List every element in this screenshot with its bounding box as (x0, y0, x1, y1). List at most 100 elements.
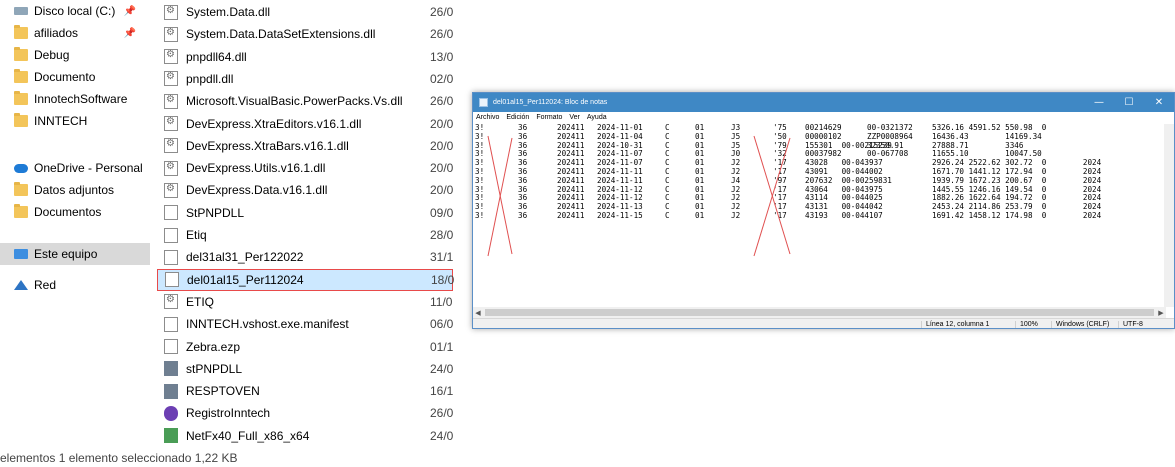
setup-file-icon (164, 428, 178, 444)
nav-item-afiliados[interactable]: afiliados 📌 (0, 22, 150, 44)
text-field: C (665, 210, 670, 220)
file-row[interactable]: DevExpress.Utils.v16.1.dll 20/0 (157, 157, 453, 179)
menu-formato[interactable]: Formato (536, 114, 562, 121)
file-date: 20/0 (430, 138, 453, 153)
nav-item-label: InnotechSoftware (34, 92, 128, 106)
file-row[interactable]: DevExpress.XtraBars.v16.1.dll 20/0 (157, 135, 453, 157)
doc-file-icon (164, 339, 178, 354)
folder-icon (14, 204, 28, 218)
nav-item-onedrive-personal[interactable]: OneDrive - Personal (0, 157, 150, 179)
file-date: 13/0 (430, 49, 453, 64)
file-row[interactable]: Etiq 28/0 (157, 224, 453, 246)
file-name: Microsoft.VisualBasic.PowerPacks.Vs.dll (186, 94, 403, 109)
file-name: DevExpress.XtraEditors.v16.1.dll (186, 116, 362, 131)
file-row[interactable]: RegistroInntech 26/0 (157, 402, 453, 424)
file-name: DevExpress.XtraBars.v16.1.dll (186, 138, 349, 153)
file-row[interactable]: RESPTOVEN 16/1 (157, 380, 453, 402)
exe-file-icon (164, 361, 178, 377)
nav-item-innotechsoftware[interactable]: InnotechSoftware (0, 88, 150, 110)
close-button[interactable]: ✕ (1144, 97, 1174, 108)
vertical-scrollbar[interactable] (1164, 124, 1174, 307)
nav-item-debug[interactable]: Debug (0, 44, 150, 66)
file-name: DevExpress.Data.v16.1.dll (186, 183, 328, 198)
nav-item-documentos[interactable]: Documentos (0, 201, 150, 223)
file-name: ETIQ (186, 294, 215, 309)
nav-item-label: Este equipo (34, 247, 98, 261)
menu-edicion[interactable]: Edición (506, 114, 529, 121)
file-name: NetFx40_Full_x86_x64 (186, 428, 310, 443)
folder-icon (14, 47, 28, 61)
nav-item-label: Documento (34, 70, 96, 84)
menu-ver[interactable]: Ver (569, 114, 580, 121)
dll-file-icon (164, 49, 178, 65)
nav-item-label: Red (34, 278, 57, 292)
file-name: INNTECH.vshost.exe.manifest (186, 317, 349, 332)
file-name: del01al15_Per112024 (187, 272, 304, 287)
file-row[interactable]: Microsoft.VisualBasic.PowerPacks.Vs.dll 2… (157, 90, 453, 112)
notepad-window[interactable]: del01al15_Per112024: Bloc de notas — ☐ ✕… (472, 92, 1175, 329)
nav-item-datos-adjuntos[interactable]: Datos adjuntos (0, 179, 150, 201)
file-row[interactable]: pnpdll.dll 02/0 (157, 68, 453, 90)
file-name: stPNPDLL (186, 361, 243, 376)
file-date: 09/0 (430, 205, 453, 220)
notepad-status-bar: Línea 12, columna 1 100% Windows (CRLF) … (473, 318, 1174, 328)
file-row[interactable]: System.Data.dll 26/0 (157, 1, 453, 23)
file-date: 26/0 (430, 5, 453, 19)
dll-file-icon (164, 93, 178, 109)
doc-file-icon (164, 316, 178, 332)
window-title: del01al15_Per112024: Bloc de notas (493, 99, 608, 106)
zoom-level: 100% (1015, 321, 1038, 328)
file-date: 01/1 (430, 339, 453, 354)
file-date: 02/0 (430, 71, 453, 86)
pin-icon[interactable]: 📌 (124, 28, 136, 39)
nav-item-documento[interactable]: Documento (0, 66, 150, 88)
file-row[interactable]: stPNPDLL 24/0 (157, 358, 453, 380)
text-line: 3! 36 202411 2024-11-15 C 01 J2'17 43193 00-044… (475, 210, 1166, 221)
file-row[interactable]: StPNPDLL 09/0 (157, 202, 453, 224)
nav-item-label: Disco local (C:) (34, 4, 116, 18)
red-cross-mark-left (487, 135, 513, 257)
network-icon (14, 280, 28, 290)
nav-item-este-equipo[interactable]: Este equipo (0, 243, 150, 265)
file-row[interactable]: del31al31_Per122022 31/1 (157, 246, 453, 268)
scroll-thumb[interactable] (485, 309, 1154, 316)
file-name: pnpdll.dll (186, 71, 234, 86)
file-row[interactable]: Zebra.ezp 01/1 (157, 336, 453, 358)
minimize-button[interactable]: — (1084, 97, 1114, 108)
menu-ayuda[interactable]: Ayuda (587, 114, 607, 121)
file-row[interactable]: DevExpress.XtraEditors.v16.1.dll 20/0 (157, 113, 453, 135)
file-row[interactable]: INNTECH.vshost.exe.manifest 06/0 (157, 313, 453, 335)
file-date: 26/0 (430, 406, 453, 421)
doc-file-icon (164, 205, 178, 221)
pin-icon[interactable]: 📌 (124, 6, 136, 17)
folder-icon (14, 182, 28, 196)
file-date: 28/0 (430, 228, 453, 242)
dll-file-icon (164, 26, 178, 42)
scroll-right-icon[interactable]: ▶ (1156, 309, 1166, 317)
notepad-titlebar[interactable]: del01al15_Per112024: Bloc de notas — ☐ ✕ (473, 93, 1174, 112)
folder-icon (14, 25, 28, 39)
maximize-button[interactable]: ☐ (1114, 97, 1144, 108)
nav-item-red[interactable]: Red (0, 274, 150, 296)
text-area[interactable]: 3! 36 202411 2024-11-01 C 01 J3'75 00214629 00-0… (473, 124, 1166, 307)
horizontal-scrollbar[interactable]: ◀ ▶ (473, 307, 1166, 318)
nav-item-inntech[interactable]: INNTECH (0, 110, 150, 132)
nav-item-label: afiliados (34, 26, 79, 40)
dll-file-icon (164, 71, 178, 87)
file-date: 20/0 (430, 183, 453, 198)
file-row[interactable]: ETIQ 11/0 (157, 291, 453, 313)
file-name: System.Data.dll (186, 5, 271, 19)
doc-file-icon (165, 272, 179, 288)
file-row[interactable]: DevExpress.Data.v16.1.dll 20/0 (157, 179, 453, 201)
nav-item-disco-local-c[interactable]: Disco local (C:) 📌 (0, 0, 150, 22)
file-row[interactable]: NetFx40_Full_x86_x64 24/0 (157, 425, 453, 447)
file-row[interactable]: pnpdll64.dll 13/0 (157, 46, 453, 68)
status-text: elementos 1 elemento seleccionado 1,22 K… (0, 450, 238, 465)
scroll-left-icon[interactable]: ◀ (473, 309, 483, 317)
file-row[interactable]: System.Data.DataSetExtensions.dll 26/0 (157, 23, 453, 45)
menu-archivo[interactable]: Archivo (476, 114, 499, 121)
text-field: 202411 (557, 210, 585, 220)
folder-icon (14, 91, 28, 105)
file-date: 16/1 (430, 384, 453, 399)
file-row[interactable]: del01al15_Per112024 18/0 (157, 268, 454, 291)
